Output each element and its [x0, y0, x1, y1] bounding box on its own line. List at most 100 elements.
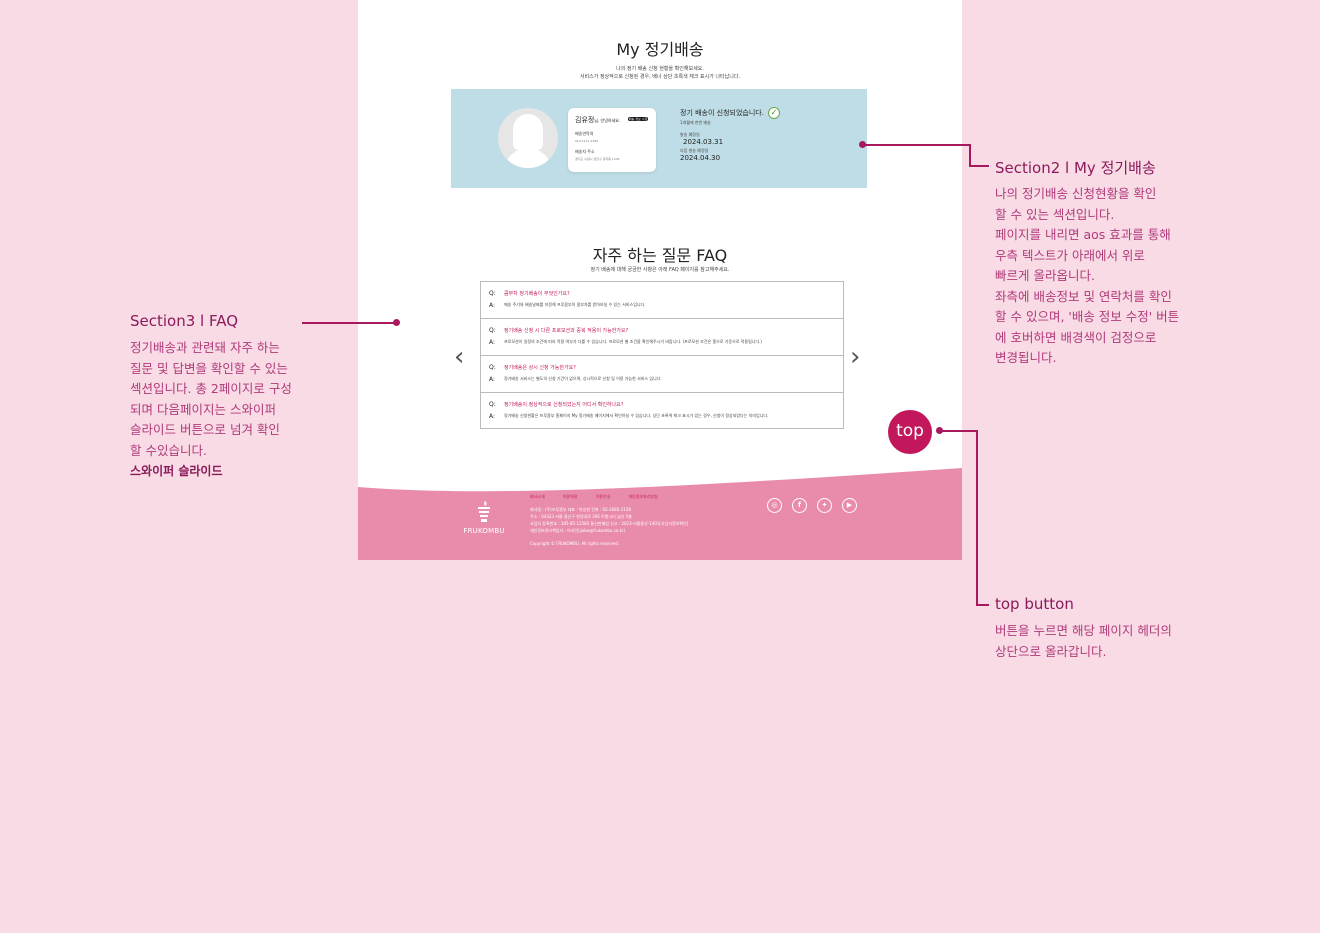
brand-name: FRUKOMBU: [463, 527, 505, 535]
contact-label: 배송연락처: [575, 131, 594, 136]
user-info-card: 김유정님, 안녕하세요. 배송 정보 수정 배송연락처 010-1111-136…: [568, 108, 656, 172]
pointer-line: [969, 144, 971, 166]
avatar: [498, 108, 558, 168]
faq-answer: 프로모션이 일정의 조건에 따라 적용 여부가 다를 수 있습니다. 프로모션 …: [504, 339, 762, 344]
chevron-right-icon[interactable]: ›: [850, 344, 864, 370]
pointer-line: [976, 430, 978, 605]
annotation-section2-title: Section2 l My 정기배송: [995, 159, 1156, 177]
answer-marker: A:: [489, 301, 496, 309]
section2-desc-line1: 나의 정기 배송 신청 현황을 확인해보세요.: [616, 66, 704, 72]
faq-description: 정기 배송에 대해 궁금한 사항은 아래 FAQ 페이지를 참고해주세요.: [590, 267, 730, 273]
annotation-line: 할 수 있는 섹션입니다.: [995, 206, 1115, 222]
footer-links: 회사소개 이용약관 이용안내 개인정보처리방침: [530, 494, 658, 500]
footer: FRUKOMBU 회사소개 이용약관 이용안내 개인정보처리방침 회사명 : (…: [358, 465, 962, 560]
answer-marker: A:: [489, 375, 496, 383]
annotation-line: 변경됩니다.: [995, 350, 1057, 365]
faq-item[interactable]: Q: 정기배송 신청 시 다른 프로모션과 중복 적용이 가능한가요? A: 프로모…: [481, 319, 843, 356]
status-message-text: 정기 배송이 신청되었습니다.: [680, 109, 764, 117]
top-button[interactable]: top: [888, 410, 932, 454]
annotation-line: 슬라이드 버튼으로 넘겨 확인: [130, 422, 280, 437]
annotation-line: 좌측에 배송정보 및 연락처를 확인: [995, 288, 1172, 304]
question-marker: Q:: [489, 289, 496, 297]
annotation-line: 에 호버하면 배경색이 검정으로: [995, 329, 1157, 345]
annotation-section3-title: Section3 l FAQ: [130, 312, 239, 330]
footer-info-line: 회사명 : (주)프루콤부 대표 : 박승현 전화 : 02-2680-2158: [530, 507, 631, 512]
user-name-value: 김유정: [575, 116, 595, 124]
pointer-dot: [393, 319, 400, 326]
delivery-banner: 김유정님, 안녕하세요. 배송 정보 수정 배송연락처 010-1111-136…: [451, 89, 867, 188]
answer-marker: A:: [489, 412, 496, 420]
section2-desc-line2: 서비스가 정상적으로 신청된 경우, 배너 상단 초록색 체크 표시가 나타납니…: [579, 74, 741, 80]
annotation-line: 할 수 있으며, '배송 정보 수정' 버튼: [995, 309, 1180, 324]
faq-question: 정기배송 신청 시 다른 프로모션과 중복 적용이 가능한가요?: [504, 327, 629, 334]
faq-question: 정기배송은 상시 신청 가능한가요?: [504, 364, 576, 371]
section2-description: 나의 정기 배송 신청 현황을 확인해보세요. 서비스가 정상적으로 신청된 경…: [358, 65, 962, 81]
annotation-line: 페이지를 내리면 aos 효과를 통해: [995, 227, 1171, 242]
status-message: 정기 배송이 신청되었습니다. ✓: [680, 107, 860, 119]
annotation-line: 나의 정기배송 신청현황을 확인: [995, 186, 1157, 201]
section2-title: My 정기배송: [616, 40, 704, 59]
footer-info-line: 주소 : 04323 서울 용산구 한강대로 366 트윈시티 남산 5층: [530, 514, 632, 519]
contact-value: 010-1111-1365: [575, 139, 599, 143]
annotation-section2-body: 나의 정기배송 신청현황을 확인 할 수 있는 섹션입니다. 페이지를 내리면 …: [995, 184, 1179, 369]
faq-answer: 정기배송 신청현황은 프루콤부 홈페이지 My 정기배송 페이지에서 확인하실 …: [504, 413, 769, 418]
faq-question: 콤부차 정기배송이 무엇인가요?: [504, 290, 570, 297]
address-value: 경기도 수원시 장안구 정자동 1234: [575, 157, 620, 161]
question-marker: Q:: [489, 400, 496, 408]
footer-link-privacy[interactable]: 개인정보처리방침: [628, 494, 657, 500]
footer-info-line: 개인정보관리책임자 : 이지민(jiabo@frukombu.co.kr): [530, 528, 626, 533]
faq-list: Q: 콤부차 정기배송이 무엇인가요? A: 매송 주기와 배송날짜를 지정해 프루…: [480, 281, 844, 429]
annotation-section3-body: 정기배송과 관련돼 자주 하는 질문 및 답변을 확인할 수 있는 섹션입니다.…: [130, 338, 292, 482]
delivery-cycle: 1개월에 한번 배송: [680, 120, 711, 125]
annotation-line: 버튼을 누르면 해당 페이지 헤더의: [995, 623, 1172, 638]
cup-logo-icon: [477, 501, 491, 523]
footer-company-info: 회사명 : (주)프루콤부 대표 : 박승현 전화 : 02-2680-2158…: [530, 506, 688, 534]
annotation-line: 우측 텍스트가 아래에서 위로: [995, 247, 1145, 263]
footer-link-terms[interactable]: 이용약관: [563, 494, 578, 500]
address-label: 배송지 주소: [575, 149, 595, 154]
faq-item[interactable]: Q: 콤부차 정기배송이 무엇인가요? A: 매송 주기와 배송날짜를 지정해 프루…: [481, 282, 843, 319]
check-icon: ✓: [767, 107, 780, 119]
footer-link-guide[interactable]: 이용안내: [595, 494, 610, 500]
chevron-left-icon[interactable]: ‹: [454, 344, 468, 370]
instagram-icon[interactable]: ◎: [767, 498, 782, 513]
avatar-head-shape: [513, 114, 543, 150]
user-greeting: 님, 안녕하세요.: [594, 118, 621, 123]
avatar-body-shape: [504, 148, 552, 168]
delivery-date: 2024.03.31: [683, 138, 724, 146]
annotation-line: 섹션입니다. 총 2페이지로 구성: [130, 381, 292, 396]
annotation-line: 상단으로 올라갑니다.: [995, 643, 1107, 659]
question-marker: Q:: [489, 326, 496, 334]
faq-title: 자주 하는 질문 FAQ: [592, 246, 728, 265]
page-mockup: My 정기배송 나의 정기 배송 신청 현황을 확인해보세요. 서비스가 정상적…: [358, 0, 962, 560]
sns-links: ◎ f ✦ ▶: [767, 498, 857, 513]
faq-item[interactable]: Q: 정기배송이 정상적으로 신청되었는지 어디서 확인하나요? A: 정기배송 신…: [481, 393, 843, 430]
faq-answer: 정기배송 서비스는 별도의 신청 기간이 없으며, 상시적으로 신청 및 이용 …: [504, 376, 662, 381]
brand-logo[interactable]: FRUKOMBU: [456, 501, 512, 535]
pointer-line: [976, 604, 989, 606]
pointer-line: [939, 430, 977, 432]
footer-info-line: 사업자 등록번호 : 305-85-12585 통신판매업 신고 : 2023-…: [530, 521, 689, 526]
pointer-line: [302, 322, 396, 324]
faq-answer: 매송 주기와 배송날짜를 지정해 프루콤부의 콤부차를 받아보실 수 있는 서비…: [504, 302, 646, 307]
footer-copyright: Copyright © FRUKOMBU. All rights reserve…: [530, 541, 620, 546]
facebook-icon[interactable]: f: [792, 498, 807, 513]
faq-item[interactable]: Q: 정기배송은 상시 신청 가능한가요? A: 정기배송 서비스는 별도의 신청 …: [481, 356, 843, 393]
next-date: 2024.04.30: [680, 154, 721, 162]
annotation-top-body: 버튼을 누르면 해당 페이지 헤더의 상단으로 올라갑니다.: [995, 621, 1172, 662]
faq-question: 정기배송이 정상적으로 신청되었는지 어디서 확인하나요?: [504, 401, 624, 408]
answer-marker: A:: [489, 338, 496, 346]
pointer-line: [969, 165, 989, 167]
twitter-icon[interactable]: ✦: [817, 498, 832, 513]
pointer-line: [862, 144, 970, 146]
footer-link-company[interactable]: 회사소개: [530, 494, 545, 500]
annotation-line: 할 수있습니다.: [130, 442, 207, 458]
edit-delivery-info-button[interactable]: 배송 정보 수정: [628, 117, 648, 121]
annotation-line: 정기배송과 관련돼 자주 하는: [130, 340, 280, 355]
question-marker: Q:: [489, 363, 496, 371]
annotation-top-title: top button: [995, 595, 1074, 613]
youtube-icon[interactable]: ▶: [842, 498, 857, 513]
annotation-line: 빠르게 올라옵니다.: [995, 268, 1095, 283]
delivery-status: 정기 배송이 신청되었습니다. ✓ 1개월에 한번 배송 발송 예정일 2024.…: [680, 107, 860, 162]
annotation-line: 되며 다음페이지는 스와이퍼: [130, 401, 276, 417]
